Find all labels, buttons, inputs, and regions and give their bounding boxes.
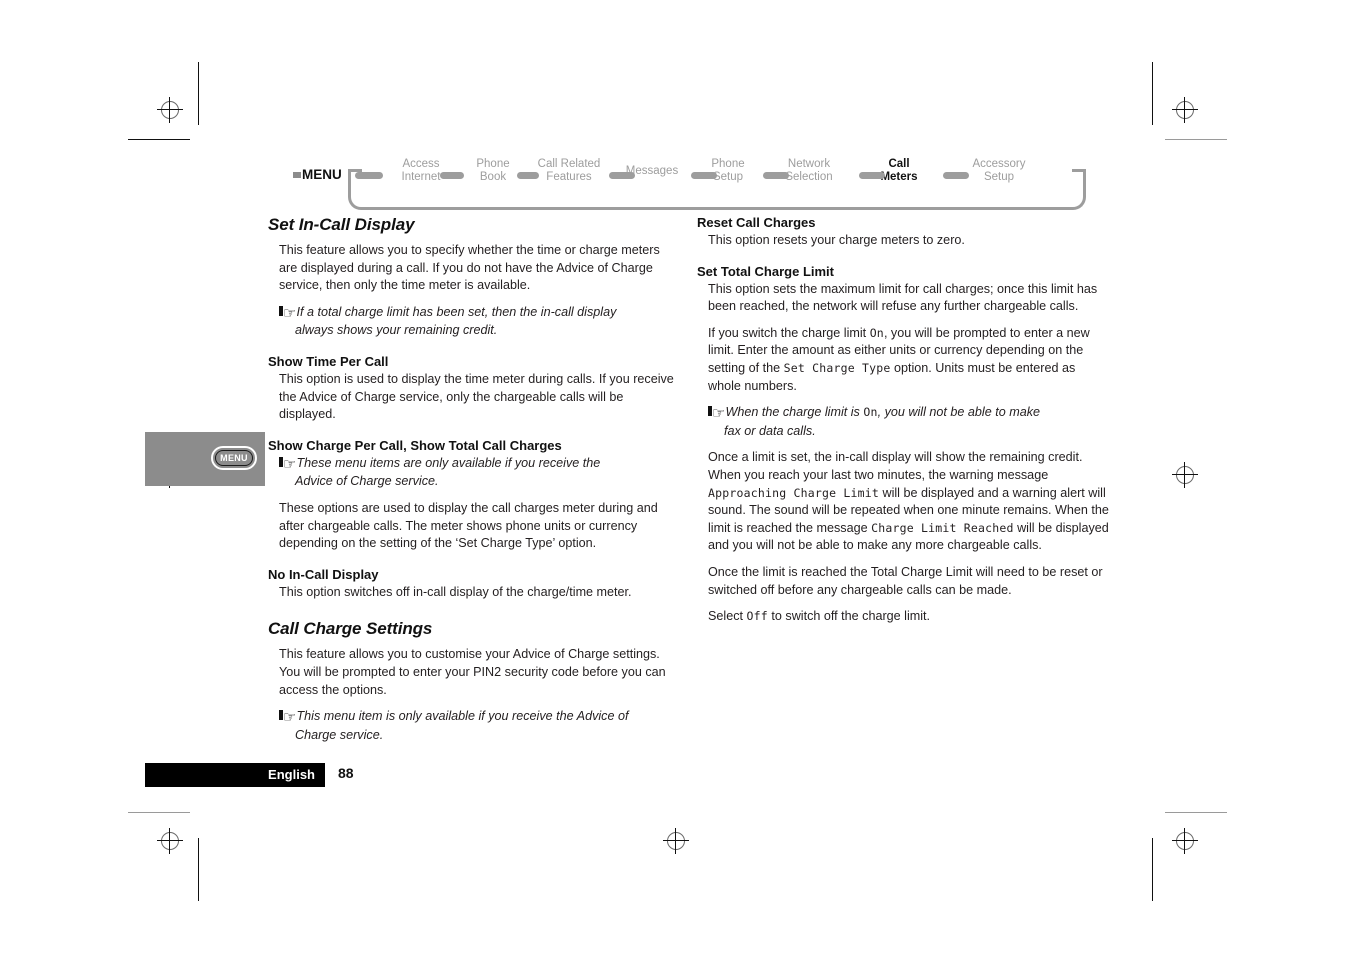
breadcrumb-arrow-3 xyxy=(517,172,539,179)
registration-mark-bottom-left xyxy=(157,828,183,854)
pointing-hand-icon: ☞ xyxy=(708,405,725,423)
note-call-charge-settings-availability: ☞This menu item is only available if you… xyxy=(268,708,680,744)
section-heading-set-in-call-display: Set In-Call Display xyxy=(268,215,415,234)
breadcrumb-items: Access Internet Phone Book Call Related … xyxy=(293,158,1093,188)
lcd-text-on: On xyxy=(869,325,884,340)
paragraph-set-in-call-display-intro: This feature allows you to specify wheth… xyxy=(279,243,660,293)
trim-line-top-left-vertical xyxy=(198,62,199,125)
subheading-show-charge-per-call: Show Charge Per Call, Show Total Call Ch… xyxy=(268,437,562,453)
paragraph-limit-reached-reset: Once the limit is reached the Total Char… xyxy=(708,564,1103,597)
subheading-set-total-charge-limit: Set Total Charge Limit xyxy=(697,263,834,279)
trim-line-top-right-horizontal xyxy=(1165,139,1227,140)
subheading-reset-call-charges: Reset Call Charges xyxy=(697,215,816,230)
note-advice-of-charge-availability: ☞These menu items are only available if … xyxy=(268,455,680,491)
trim-line-bottom-left-horizontal xyxy=(128,812,190,813)
manual-page: MENU MENU Access Internet Phone Book Cal… xyxy=(0,0,1351,954)
paragraph-show-time-per-call: This option is used to display the time … xyxy=(279,371,674,422)
pointing-hand-icon: ☞ xyxy=(279,305,296,323)
note-charge-limit-in-call-display: ☞If a total charge limit has been set, t… xyxy=(268,304,680,340)
breadcrumb-item-call-meters[interactable]: Call Meters xyxy=(871,158,927,183)
breadcrumb-arrow-2 xyxy=(440,172,464,179)
lcd-text-off: Off xyxy=(746,609,768,624)
breadcrumb-arrow-1 xyxy=(355,172,383,179)
pointing-hand-icon: ☞ xyxy=(279,456,296,474)
page-number: 88 xyxy=(338,765,354,781)
breadcrumb-item-network-selection[interactable]: Network Selection xyxy=(771,158,847,183)
registration-mark-middle-right xyxy=(1172,462,1198,488)
pointing-hand-icon: ☞ xyxy=(279,709,296,727)
paragraph-charge-meter-options: These options are used to display the ca… xyxy=(279,500,658,551)
breadcrumb-arrow-5 xyxy=(691,172,717,179)
paragraph-select-off: Select Off to switch off the charge limi… xyxy=(708,609,931,624)
menu-breadcrumb-nav: MENU Access Internet Phone Book Call Rel… xyxy=(293,158,1093,210)
subheading-show-time-per-call: Show Time Per Call xyxy=(268,353,389,369)
paragraph-set-total-charge-limit: This option sets the maximum limit for c… xyxy=(708,281,1098,314)
breadcrumb-arrow-6 xyxy=(763,172,789,179)
paragraph-reset-call-charges: This option resets your charge meters to… xyxy=(708,233,965,247)
trim-line-bottom-right-horizontal xyxy=(1165,812,1227,813)
lcd-text-approaching-charge-limit: Approaching Charge Limit xyxy=(708,485,879,500)
breadcrumb-arrow-4 xyxy=(609,172,635,179)
breadcrumb-arrow-8 xyxy=(943,172,969,179)
registration-mark-bottom-right xyxy=(1172,828,1198,854)
trim-line-top-right-vertical xyxy=(1152,62,1153,125)
breadcrumb-item-call-related-features[interactable]: Call Related Features xyxy=(525,158,613,183)
side-menu-badge-label: MENU xyxy=(220,453,248,463)
section-heading-call-charge-settings: Call Charge Settings xyxy=(268,619,433,639)
trim-line-bottom-right-vertical xyxy=(1152,838,1153,901)
trim-line-top-left-horizontal xyxy=(128,139,190,140)
registration-mark-top-right xyxy=(1172,97,1198,123)
footer-language-bar: English xyxy=(145,763,325,787)
breadcrumb-item-accessory-setup[interactable]: Accessory Setup xyxy=(961,158,1037,183)
right-text-column: Reset Call Charges This option resets yo… xyxy=(697,215,1109,635)
lcd-text-on: On xyxy=(863,405,878,420)
side-menu-badge: MENU xyxy=(211,446,257,470)
breadcrumb-item-phone-setup[interactable]: Phone Setup xyxy=(698,158,758,183)
lcd-text-set-charge-type: Set Charge Type xyxy=(783,360,891,375)
breadcrumb-item-access-internet[interactable]: Access Internet xyxy=(387,158,455,183)
subheading-no-in-call-display: No In-Call Display xyxy=(268,566,379,582)
registration-mark-bottom-center xyxy=(663,828,689,854)
footer-language-label: English xyxy=(268,767,315,782)
breadcrumb-item-phone-book[interactable]: Phone Book xyxy=(463,158,523,183)
paragraph-call-charge-settings-intro: This feature allows you to customise you… xyxy=(279,647,666,697)
left-text-column: Set In-Call Display This feature allows … xyxy=(268,215,680,753)
paragraph-switch-charge-limit-on: If you switch the charge limit On, you w… xyxy=(708,325,1090,393)
note-charge-limit-fax-data: ☞When the charge limit is On, you will n… xyxy=(697,404,1109,440)
registration-mark-top-left xyxy=(157,97,183,123)
side-menu-tab: MENU xyxy=(145,432,265,486)
paragraph-no-in-call-display: This option switches off in-call display… xyxy=(279,584,632,599)
trim-line-bottom-left-vertical xyxy=(198,838,199,901)
breadcrumb-arrow-7 xyxy=(859,172,885,179)
paragraph-approaching-charge-limit: Once a limit is set, the in-call display… xyxy=(708,450,1109,553)
lcd-text-charge-limit-reached: Charge Limit Reached xyxy=(871,520,1014,535)
